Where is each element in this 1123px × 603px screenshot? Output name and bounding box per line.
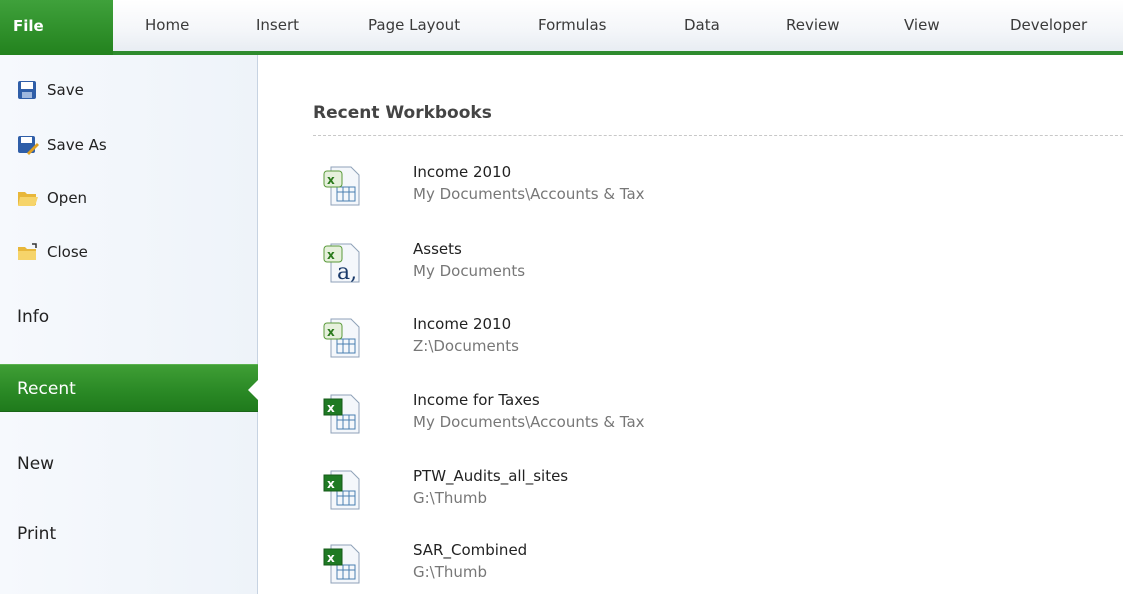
nav-new[interactable]: New — [0, 440, 258, 488]
recent-item-name: Income 2010 — [413, 315, 512, 333]
save-as-icon — [17, 135, 39, 155]
recent-item-path: G:\Thumb — [413, 489, 488, 507]
recent-item-path: Z:\Documents — [413, 337, 519, 355]
tab-review[interactable]: Review — [786, 0, 840, 51]
recent-item-path: My Documents\Accounts & Tax — [413, 185, 645, 203]
close-label: Close — [47, 243, 88, 261]
recent-item[interactable]: a, x Assets My Documents — [313, 238, 873, 302]
recent-item-name: SAR_Combined — [413, 541, 528, 559]
save-icon — [17, 80, 39, 100]
save-label: Save — [47, 81, 84, 99]
recent-item-path: My Documents\Accounts & Tax — [413, 413, 645, 431]
excel-workbook-icon: x — [323, 543, 361, 585]
tab-developer[interactable]: Developer — [1010, 0, 1087, 51]
tab-insert[interactable]: Insert — [256, 0, 299, 51]
excel-2010-workbook-icon: x — [323, 317, 361, 359]
tab-data[interactable]: Data — [684, 0, 720, 51]
recent-workbooks-panel: Recent Workbooks x Income 2010 My Docume… — [259, 55, 1123, 594]
excel-2010-workbook-icon: x — [323, 165, 361, 207]
excel-2010-ods-icon: a, x — [323, 242, 361, 285]
open-command[interactable]: Open — [17, 185, 87, 211]
svg-text:x: x — [327, 401, 335, 415]
close-command[interactable]: Close — [17, 239, 88, 265]
save-as-command[interactable]: Save As — [17, 132, 107, 158]
nav-recent[interactable]: Recent — [0, 364, 259, 412]
backstage-nav-pane: Save Save As Open Close Info Recent New … — [0, 55, 259, 594]
recent-item[interactable]: x Income for Taxes My Documents\Accounts… — [313, 389, 873, 453]
svg-text:x: x — [327, 173, 335, 187]
nav-recent-label: Recent — [17, 379, 76, 399]
tab-formulas[interactable]: Formulas — [538, 0, 606, 51]
open-label: Open — [47, 189, 88, 207]
section-divider — [313, 135, 1123, 136]
excel-workbook-icon: x — [323, 469, 361, 511]
ribbon-tab-bar: File Home Insert Page Layout Formulas Da… — [0, 0, 1123, 55]
recent-item-name: PTW_Audits_all_sites — [413, 467, 569, 485]
svg-text:a,: a, — [337, 260, 357, 284]
selection-notch — [248, 379, 259, 401]
tab-home[interactable]: Home — [145, 0, 189, 51]
save-as-label: Save As — [47, 136, 107, 154]
svg-text:x: x — [327, 551, 335, 565]
open-folder-icon — [17, 188, 39, 208]
save-command[interactable]: Save — [17, 77, 84, 103]
recent-item-name: Income 2010 — [413, 163, 512, 181]
recent-item[interactable]: x Income 2010 My Documents\Accounts & Ta… — [313, 161, 873, 225]
excel-workbook-icon: x — [323, 393, 361, 435]
nav-print[interactable]: Print — [0, 510, 258, 558]
svg-text:x: x — [327, 477, 335, 491]
recent-item-path: G:\Thumb — [413, 563, 488, 581]
recent-item-name: Income for Taxes — [413, 391, 540, 409]
recent-item[interactable]: x PTW_Audits_all_sites G:\Thumb — [313, 465, 873, 529]
tab-file[interactable]: File — [0, 0, 113, 55]
recent-item-path: My Documents — [413, 262, 526, 280]
section-title: Recent Workbooks — [313, 103, 492, 123]
tab-page-layout[interactable]: Page Layout — [368, 0, 460, 51]
recent-item[interactable]: x SAR_Combined G:\Thumb — [313, 539, 873, 603]
close-folder-icon — [17, 242, 39, 262]
tab-view[interactable]: View — [904, 0, 940, 51]
recent-item[interactable]: x Income 2010 Z:\Documents — [313, 313, 873, 377]
nav-info[interactable]: Info — [0, 293, 258, 341]
svg-text:x: x — [327, 248, 335, 262]
svg-text:x: x — [327, 325, 335, 339]
recent-item-name: Assets — [413, 240, 462, 258]
